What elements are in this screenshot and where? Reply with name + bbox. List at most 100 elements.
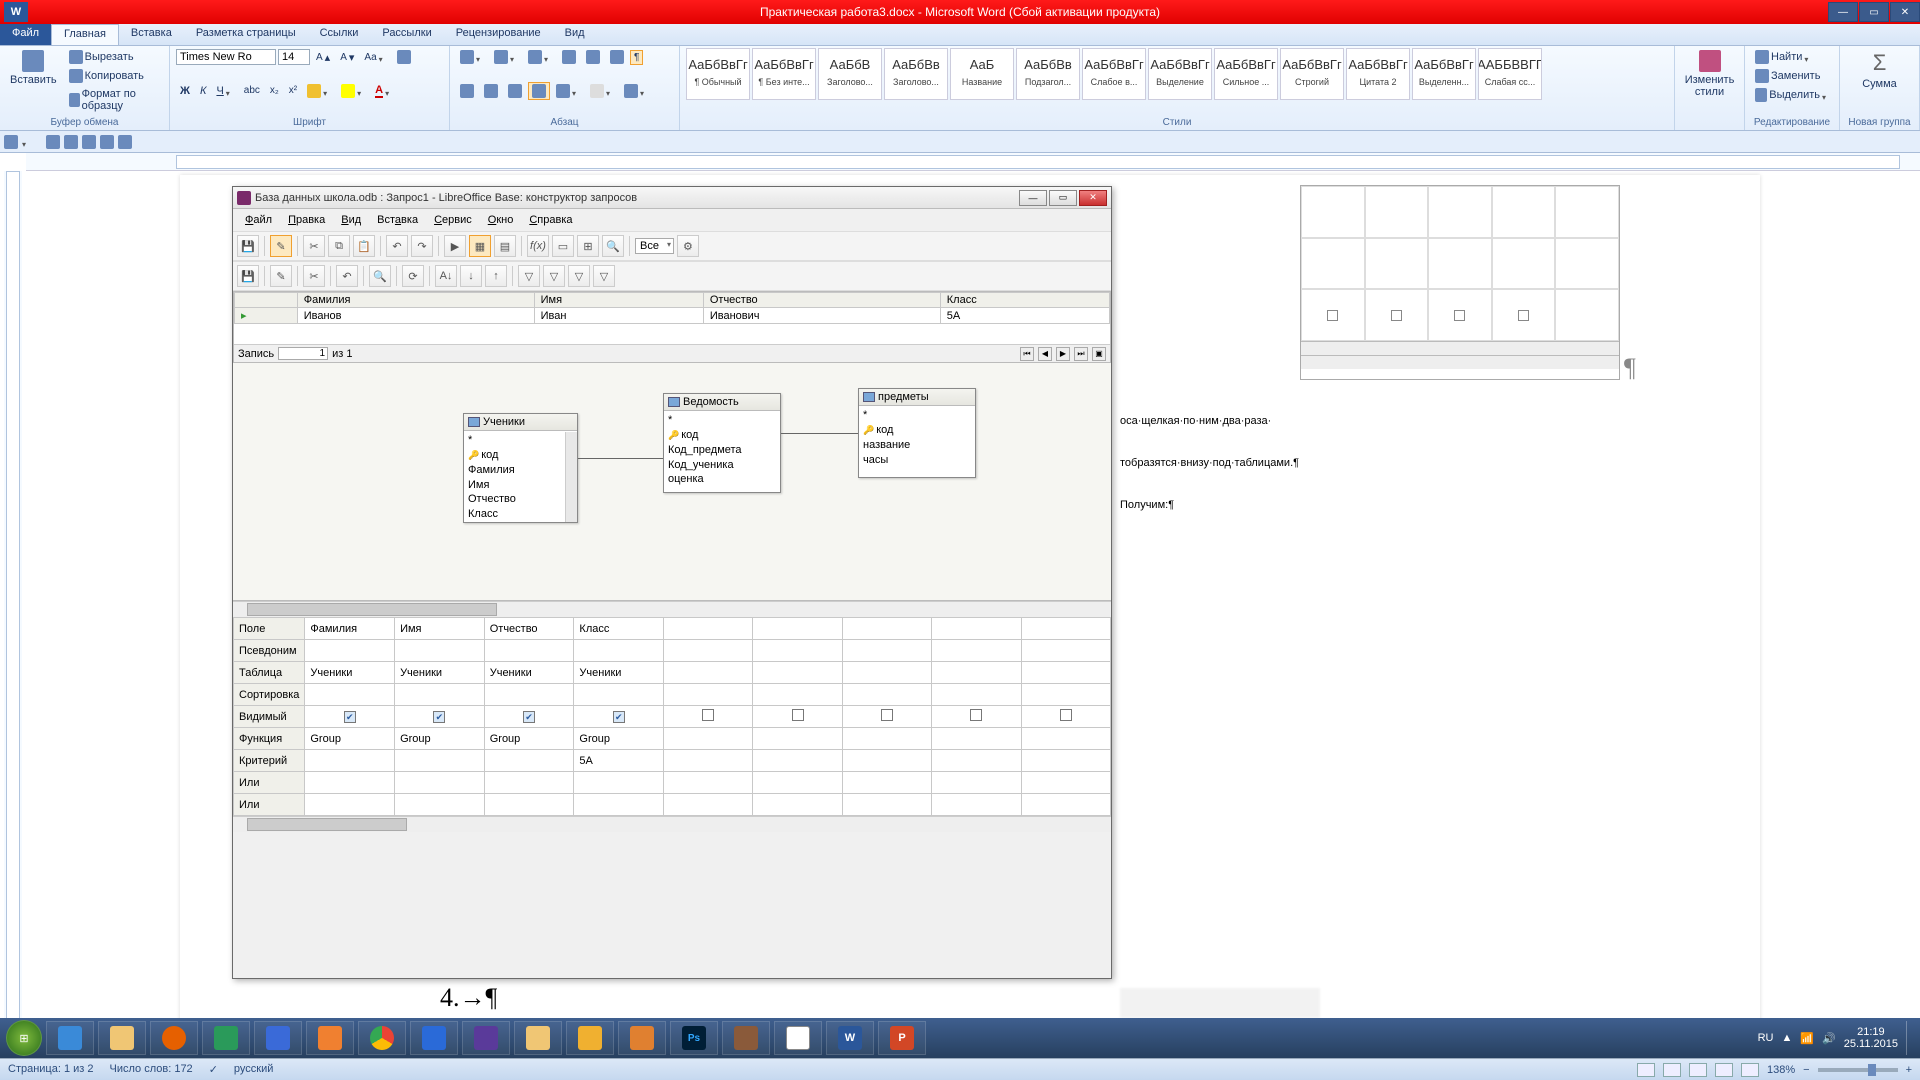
lo-nav-new[interactable]: ▣ [1092,347,1106,361]
lo-redo-button[interactable]: ↷ [411,235,433,257]
select-button[interactable]: Выделить [1751,86,1833,104]
tab-home[interactable]: Главная [51,24,119,45]
bullets-button[interactable] [456,48,488,66]
vertical-ruler[interactable] [4,171,22,1052]
maximize-button[interactable]: ▭ [1859,2,1889,22]
tab-file[interactable]: Файл [0,24,51,45]
lo-tb2-filter1[interactable]: ▽ [518,265,540,287]
style-item[interactable]: АаБбВвГгСтрогий [1280,48,1344,100]
indent-inc-button[interactable] [582,48,604,66]
align-center-button[interactable] [480,82,502,100]
lo-close-button[interactable]: ✕ [1079,190,1107,206]
taskbar-firefox[interactable] [150,1021,198,1055]
style-item[interactable]: АаБбВЗаголово... [818,48,882,100]
borders-button[interactable] [620,82,652,100]
minimize-button[interactable]: — [1828,2,1858,22]
copy-button[interactable]: Копировать [65,67,163,85]
italic-button[interactable]: К [196,83,210,99]
style-item[interactable]: АаБбВвГгЦитата 2 [1346,48,1410,100]
font-size-combo[interactable]: 14 [278,49,310,65]
lo-limit-combo[interactable]: Все [635,238,674,254]
table-ucheniki[interactable]: Ученики *кодФамилияИмяОтчествоКласс [463,413,578,523]
cut-button[interactable]: Вырезать [65,48,163,66]
qat-sort-desc-icon[interactable] [64,135,78,149]
lo-func-button[interactable]: f(x) [527,235,549,257]
lo-design-canvas[interactable]: Ученики *кодФамилияИмяОтчествоКласс Ведо… [233,363,1111,601]
lo-tb2-sort2[interactable]: ↓ [460,265,482,287]
subscript-button[interactable]: x₂ [266,83,283,98]
multilevel-button[interactable] [524,48,556,66]
lo-run-button[interactable]: ▶ [444,235,466,257]
lo-save-button[interactable]: 💾 [237,235,259,257]
style-item[interactable]: АаБбВвГг¶ Обычный [686,48,750,100]
lo-maximize-button[interactable]: ▭ [1049,190,1077,206]
status-page[interactable]: Страница: 1 из 2 [8,1063,94,1076]
lo-tb2-refresh[interactable]: ⟳ [402,265,424,287]
status-spellcheck-icon[interactable]: ✓ [209,1063,218,1076]
lo-tb2-undo[interactable]: ↶ [336,265,358,287]
tray-clock[interactable]: 21:19 25.11.2015 [1844,1026,1898,1050]
lo-copy-button[interactable]: ⧉ [328,235,350,257]
lo-tb2-filter2[interactable]: ▽ [543,265,565,287]
lo-nav-first[interactable]: ⏮ [1020,347,1034,361]
style-item[interactable]: ААББВВГГСлабая сс... [1478,48,1542,100]
lo-nav-prev[interactable]: ◀ [1038,347,1052,361]
lo-nav-next[interactable]: ▶ [1056,347,1070,361]
relation-line-1[interactable] [578,458,663,459]
style-item[interactable]: АаБбВвГгВыделенн... [1412,48,1476,100]
taskbar-media[interactable] [306,1021,354,1055]
tab-refs[interactable]: Ссылки [308,24,371,45]
tab-review[interactable]: Рецензирование [444,24,553,45]
lo-crit-hscroll[interactable] [233,816,1111,832]
lo-minimize-button[interactable]: — [1019,190,1047,206]
qat-icon-5[interactable] [118,135,132,149]
style-item[interactable]: АаБбВвГгСлабое в... [1082,48,1146,100]
taskbar-explorer[interactable] [98,1021,146,1055]
taskbar-app1[interactable] [202,1021,250,1055]
tab-insert[interactable]: Вставка [119,24,184,45]
lo-menu-file[interactable]: Файл [239,212,278,228]
lo-tb-btn-b[interactable]: ⊞ [577,235,599,257]
taskbar-ie[interactable] [46,1021,94,1055]
close-button[interactable]: ✕ [1890,2,1920,22]
show-desktop-button[interactable] [1906,1021,1914,1055]
table-predmety[interactable]: предметы *кодназваниечасы [858,388,976,478]
lo-tb-btn-d[interactable]: ⚙ [677,235,699,257]
zoom-out-button[interactable]: − [1803,1064,1809,1076]
start-button[interactable]: ⊞ [6,1020,42,1056]
highlight-button[interactable] [337,82,369,100]
qat-icon[interactable] [4,135,18,149]
qat-sort-asc-icon[interactable] [46,135,60,149]
taskbar-photoshop[interactable]: Ps [670,1021,718,1055]
lo-menu-tools[interactable]: Сервис [428,212,478,228]
lo-record-input[interactable] [278,347,328,360]
taskbar-chrome[interactable] [358,1021,406,1055]
superscript-button[interactable]: x² [285,83,301,98]
paste-button[interactable]: Вставить [6,48,61,88]
align-justify-button[interactable] [528,82,550,100]
view-draft-button[interactable] [1741,1063,1759,1077]
style-item[interactable]: АаБбВвГгВыделение [1148,48,1212,100]
find-button[interactable]: Найти [1751,48,1833,66]
lo-tb2-sort3[interactable]: ↑ [485,265,507,287]
view-reading-button[interactable] [1663,1063,1681,1077]
style-item[interactable]: АаБбВвГгСильное ... [1214,48,1278,100]
status-lang[interactable]: русский [234,1063,273,1076]
taskbar-folder[interactable] [514,1021,562,1055]
align-left-button[interactable] [456,82,478,100]
taskbar-app2[interactable] [254,1021,302,1055]
style-item[interactable]: АаБНазвание [950,48,1014,100]
view-outline-button[interactable] [1715,1063,1733,1077]
zoom-slider[interactable] [1818,1068,1898,1072]
lo-cut-button[interactable]: ✂ [303,235,325,257]
lo-menu-window[interactable]: Окно [482,212,520,228]
tray-network-icon[interactable]: 📶 [1800,1032,1814,1045]
style-item[interactable]: АаБбВвЗаголово... [884,48,948,100]
zoom-in-button[interactable]: + [1906,1064,1912,1076]
taskbar-word[interactable]: W [826,1021,874,1055]
status-zoom[interactable]: 138% [1767,1064,1795,1076]
replace-button[interactable]: Заменить [1751,67,1833,85]
tray-flag-icon[interactable]: ▲ [1781,1032,1792,1044]
lo-menu-edit[interactable]: Правка [282,212,331,228]
tbl-scrollbar[interactable] [565,432,577,522]
